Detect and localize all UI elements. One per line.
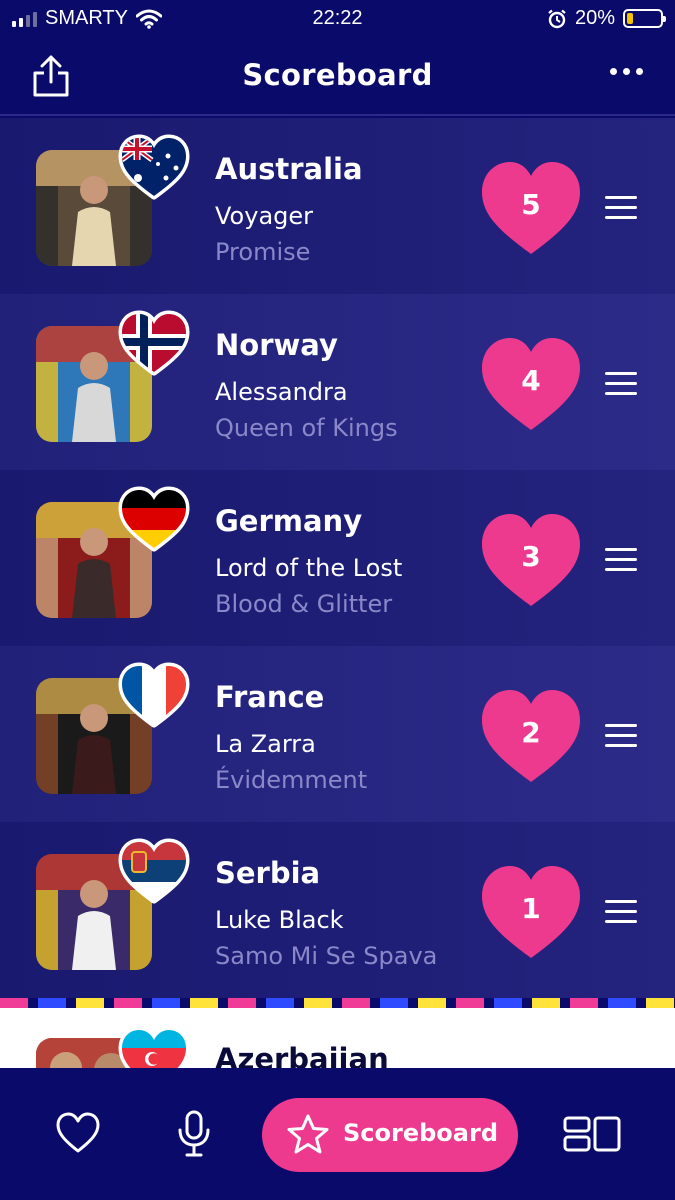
flag-heart-icon [118,838,190,904]
list-item[interactable]: Germany Lord of the Lost Blood & Glitter 3 [0,470,675,646]
flag-heart-icon [118,134,190,200]
drag-handle-icon[interactable] [605,724,637,748]
scoreboard-tab[interactable]: Scoreboard [262,1098,518,1172]
song-title: Queen of Kings [215,414,398,442]
status-right: 20% [547,7,666,30]
drag-handle-icon[interactable] [605,196,637,220]
points-value: 4 [521,364,541,397]
battery-icon [623,9,666,28]
points-value: 1 [521,892,541,925]
alarm-icon [548,9,566,28]
song-title: Blood & Glitter [215,590,393,618]
flag-heart-icon [118,486,190,552]
star-icon [287,1114,329,1154]
page-title: Scoreboard [242,58,433,92]
song-title: Évidemment [215,766,368,794]
list-item[interactable]: France La Zarra Évidemment 2 [0,646,675,822]
points-value: 2 [521,716,541,749]
flag-heart-icon [118,310,190,376]
divider-stripe [0,998,675,1008]
artist-name: Voyager [215,202,314,230]
country-name: Germany [215,504,363,538]
country-name: Serbia [215,856,321,890]
artist-name: La Zarra [215,730,316,758]
list-item[interactable]: Australia Voyager Promise 5 [0,118,675,294]
scoreboard-list: Australia Voyager Promise 5 Norway Alessandra… [0,118,675,998]
list-item[interactable]: Norway Alessandra Queen of Kings 4 [0,294,675,470]
flag-heart-icon [118,662,190,728]
flag-heart-icon [118,1026,190,1070]
battery-percent: 20% [574,7,615,29]
list-item-peek[interactable]: Azerbaijan [0,1008,675,1070]
drag-handle-icon[interactable] [605,548,637,572]
song-title: Promise [215,238,311,266]
drag-handle-icon[interactable] [605,900,637,924]
app-header: Scoreboard [0,38,675,116]
battery-fill [627,13,634,24]
bottom-nav: Scoreboard [0,1068,675,1200]
drag-handle-icon[interactable] [605,372,637,396]
artist-name: Lord of the Lost [215,554,403,582]
song-title: Samo Mi Se Spava [215,942,438,970]
list-item[interactable]: Serbia Luke Black Samo Mi Se Spava 1 [0,822,675,998]
points-value: 3 [521,540,541,573]
country-name: Australia [215,152,363,186]
scoreboard-tab-label: Scoreboard [343,1119,498,1147]
heart-icon[interactable] [56,1112,100,1154]
points-value: 5 [521,188,541,221]
status-bar: SMARTY 22:22 20% [0,0,675,38]
artist-name: Luke Black [215,906,344,934]
layout-icon[interactable] [563,1116,621,1152]
country-name: Norway [215,328,338,362]
country-name: France [215,680,325,714]
microphone-icon[interactable] [176,1110,212,1158]
country-name: Azerbaijan [215,1042,389,1070]
artist-name: Alessandra [215,378,348,406]
more-icon[interactable] [610,68,643,75]
